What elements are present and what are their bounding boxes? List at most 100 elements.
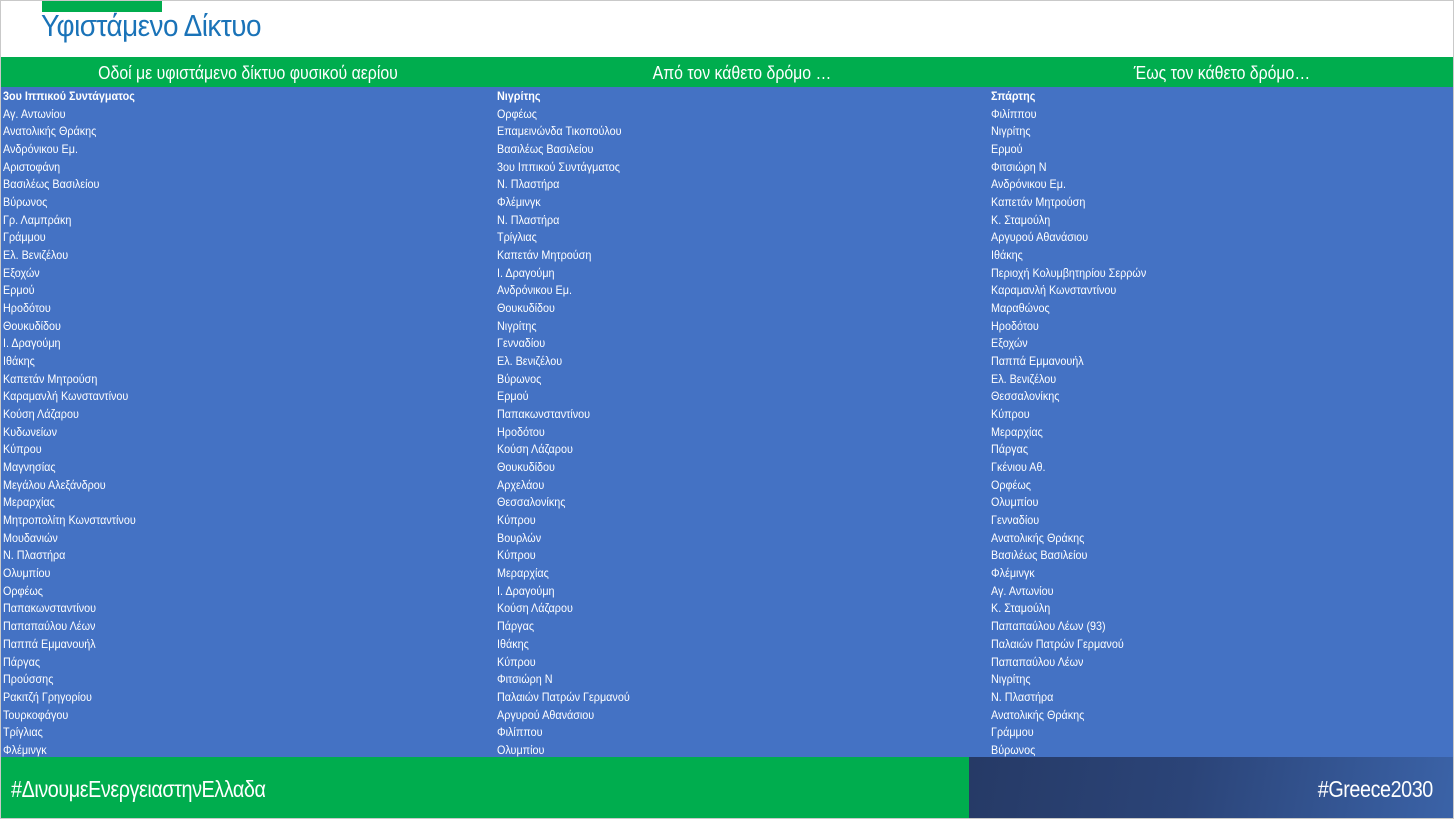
table-cell: Ι. Δραγούμη (497, 265, 555, 280)
table-cell: Νιγρίτης (991, 672, 1031, 687)
table-cell: Θεσσαλονίκης (991, 389, 1060, 404)
table-cell: Κυδωνείων (3, 424, 57, 439)
table-cell: Φιτσιώρη Ν (991, 159, 1047, 174)
table-cell: Ολυμπίου (3, 566, 51, 581)
table-cell: Γράμμου (991, 725, 1034, 740)
table-cell: Τρίγλιας (497, 230, 537, 245)
table-cell: Αργυρού Αθανάσιου (497, 707, 595, 722)
table-cell: Ερμού (497, 389, 529, 404)
table-cell: Ορφέως (991, 477, 1032, 492)
table-cell: Θουκυδίδου (497, 301, 555, 316)
table-cell: Προύσσης (3, 672, 54, 687)
table-cell: Τρίγλιας (3, 725, 43, 740)
header-streets: Οδοί με υφιστάμενο δίκτυο φυσικού αερίου (98, 63, 398, 83)
header-from-street: Από τον κάθετο δρόμο … (652, 63, 832, 83)
table-cell: Κύπρου (497, 548, 536, 563)
table-cell: Παλαιών Πατρών Γερμανού (497, 689, 630, 704)
table-cell: Αγ. Αντωνίου (991, 583, 1054, 598)
table-cell: Θουκυδίδου (3, 318, 61, 333)
footer-green-band: #ΔινουμεΕνεργειαστηνΕλλαδα (1, 757, 969, 818)
table-cell: Παπακωνσταντίνου (497, 407, 591, 422)
table-cell: Βασιλέως Βασιλείου (3, 177, 100, 192)
table-cell: Κούση Λάζαρου (3, 407, 79, 422)
table-cell: Κούση Λάζαρου (497, 601, 573, 616)
table-cell: Μεραρχίας (497, 566, 549, 581)
table-cell: Μαγνησίας (3, 460, 56, 475)
header-to-street: Έως τον κάθετο δρόμο… (1133, 63, 1311, 83)
table-cell: Ηροδότου (991, 318, 1039, 333)
table-cell: Γκένιου Αθ. (991, 460, 1046, 475)
table-cell: Νιγρίτης (497, 318, 537, 333)
table-cell: Γενναδίου (497, 336, 546, 351)
column-streets: 3ου Ιππικού Συντάγματος Αγ. Αντωνίου Ανατο… (3, 87, 491, 758)
table-cell: Ηροδότου (497, 424, 545, 439)
table-cell: Ελ. Βενιζέλου (991, 371, 1057, 386)
table-cell: Πάργας (3, 654, 41, 669)
table-cell: Αριστοφάνη (3, 159, 61, 174)
table-cell: Γράμμου (3, 230, 46, 245)
table-cell: Φλέμινγκ (497, 195, 541, 210)
table-cell: Ι. Δραγούμη (3, 336, 61, 351)
table-cell: Ανδρόνικου Εμ. (3, 142, 78, 157)
table-cell: Αγ. Αντωνίου (3, 106, 66, 121)
column-from-street: Νιγρίτης Ορφέως Επαμεινώνδα Τικοπούλου Βασι… (497, 87, 985, 758)
table-cell: Ολυμπίου (991, 495, 1039, 510)
table-cell: Μητροπολίτη Κωνσταντίνου (3, 513, 136, 528)
table-cell: Ν. Πλαστήρα (497, 177, 560, 192)
table-header-row: Οδοί με υφιστάμενο δίκτυο φυσικού αερίου… (1, 57, 1453, 87)
footer-brand-hashtag: #Greece2030 (1317, 776, 1434, 802)
table-cell: Κύπρου (991, 407, 1030, 422)
table-cell: Φιλίππου (991, 106, 1037, 121)
table-cell: Παλαιών Πατρών Γερμανού (991, 636, 1124, 651)
table-cell: Περιοχή Κολυμβητηρίου Σερρών (991, 265, 1147, 280)
table-cell: Παππά Εμμανουήλ (3, 636, 96, 651)
table-cell: Μαραθώνος (991, 301, 1050, 316)
table-cell: Καραμανλή Κωνσταντίνου (991, 283, 1117, 298)
table-cell: Ιθάκης (497, 636, 529, 651)
table-cell: Ανδρόνικου Εμ. (991, 177, 1066, 192)
table-cell: Κύπρου (3, 442, 42, 457)
table-cell: Καπετάν Μητρούση (497, 248, 592, 263)
table-cell: Θουκυδίδου (497, 460, 555, 475)
footer-blue-band: #Greece2030 (969, 757, 1453, 818)
table-cell: Φλέμινγκ (991, 566, 1035, 581)
table-cell: Ανατολικής Θράκης (991, 530, 1085, 545)
table-cell: Σπάρτης (991, 89, 1036, 103)
table-cell: Ν. Πλαστήρα (991, 689, 1054, 704)
table-cell: Μεραρχίας (3, 495, 55, 510)
table-cell: Ν. Πλαστήρα (3, 548, 66, 563)
table-cell: Αργυρού Αθανάσιου (991, 230, 1089, 245)
table-cell: Ν. Πλαστήρα (497, 212, 560, 227)
table-cell: Ελ. Βενιζέλου (497, 354, 563, 369)
table-cell: Τουρκοφάγου (3, 707, 69, 722)
table-cell: Αρχελάου (497, 477, 545, 492)
page-title: Υφιστάμενο Δίκτυο (41, 8, 261, 43)
table-cell: Ανατολικής Θράκης (3, 124, 97, 139)
footer-hashtag: #ΔινουμεΕνεργειαστηνΕλλαδα (11, 776, 266, 802)
table-cell: Παππά Εμμανουήλ (991, 354, 1084, 369)
table-cell: Ι. Δραγούμη (497, 583, 555, 598)
table-cell: Βασιλέως Βασιλείου (991, 548, 1088, 563)
table-cell: Ρακιτζή Γρηγορίου (3, 689, 92, 704)
table-cell: Βύρωνος (497, 371, 542, 386)
table-cell: Κ. Σταμούλη (991, 601, 1051, 616)
table-cell: Πάργας (497, 619, 535, 634)
table-cell: Ανατολικής Θράκης (991, 707, 1085, 722)
table-cell: Καπετάν Μητρούση (3, 371, 98, 386)
table-cell: 3ου Ιππικού Συντάγματος (497, 159, 620, 174)
table-cell: Επαμεινώνδα Τικοπούλου (497, 124, 622, 139)
slide: Υφιστάμενο Δίκτυο Οδοί με υφιστάμενο δίκ… (0, 0, 1454, 819)
table-cell: Φιλίππου (497, 725, 543, 740)
table-cell: Καπετάν Μητρούση (991, 195, 1086, 210)
table-cell: Βύρωνος (3, 195, 48, 210)
table-cell: Ηροδότου (3, 301, 51, 316)
table-cell: Θεσσαλονίκης (497, 495, 566, 510)
table-cell: Κούση Λάζαρου (497, 442, 573, 457)
table-cell: Παπαπαύλου Λέων (3, 619, 96, 634)
table-cell: Ερμού (991, 142, 1023, 157)
table-cell: Κύπρου (497, 654, 536, 669)
table-cell: Γρ. Λαμπράκη (3, 212, 72, 227)
table-cell: Ιθάκης (991, 248, 1023, 263)
table-cell: 3ου Ιππικού Συντάγματος (3, 89, 135, 103)
table-cell: Βασιλέως Βασιλείου (497, 142, 594, 157)
